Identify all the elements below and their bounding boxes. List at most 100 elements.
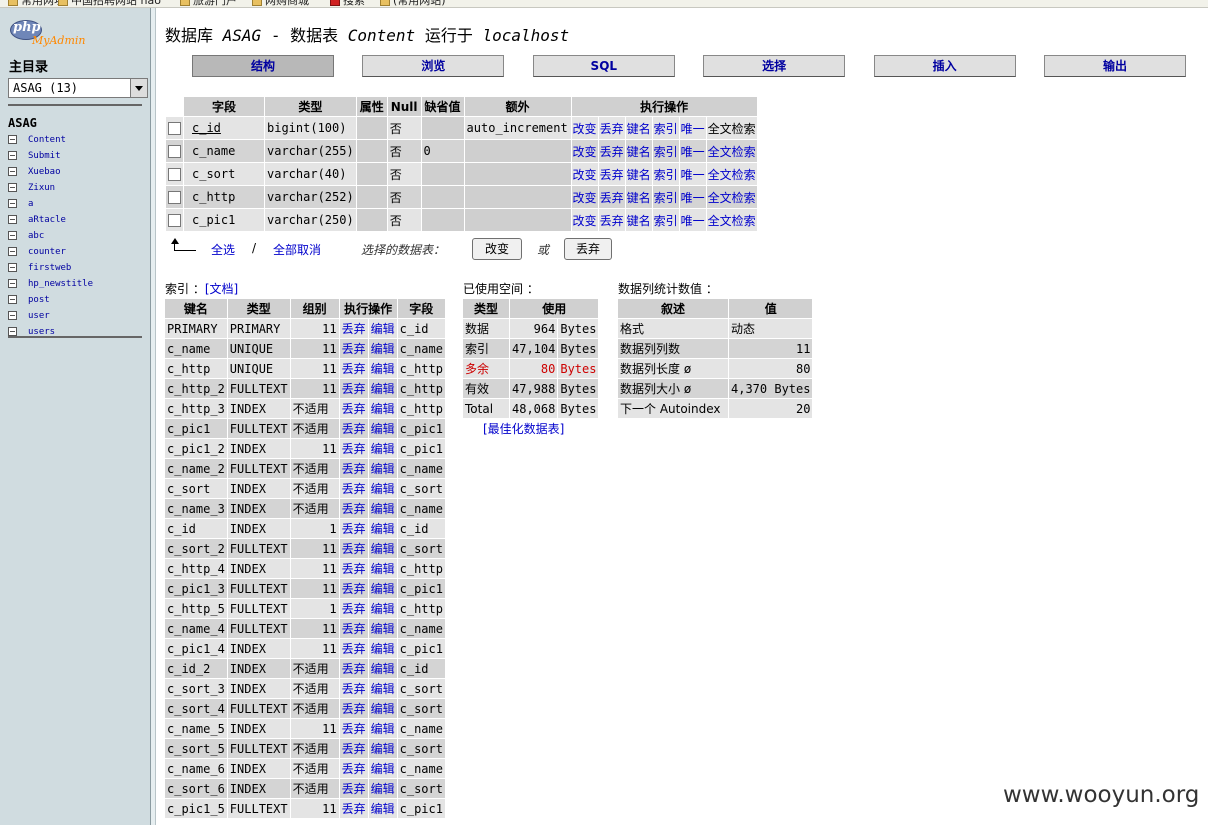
index-drop-link[interactable]: 丢弃 [342, 622, 366, 636]
row-checkbox[interactable] [168, 214, 181, 227]
action-fulltext-link[interactable]: 全文检索 [708, 214, 756, 228]
drop-button[interactable]: 丢弃 [564, 238, 612, 260]
action-drop-link[interactable]: 丢弃 [600, 122, 624, 136]
row-checkbox[interactable] [168, 122, 181, 135]
index-edit-link[interactable]: 编辑 [371, 542, 395, 556]
index-edit-link[interactable]: 编辑 [371, 702, 395, 716]
index-edit-link[interactable]: 编辑 [371, 362, 395, 376]
index-edit-link[interactable]: 编辑 [371, 622, 395, 636]
docs-link[interactable]: [文档] [205, 282, 238, 296]
sidebar-table-item[interactable]: Content [8, 132, 93, 148]
index-drop-link[interactable]: 丢弃 [342, 762, 366, 776]
tab-0[interactable]: 结构 [192, 55, 334, 77]
chevron-down-icon[interactable] [130, 79, 147, 97]
action-unique-link[interactable]: 唯一 [681, 145, 705, 159]
optimize-table-link[interactable]: [最佳化数据表] [483, 420, 564, 437]
bookmark-item[interactable]: (常用网站) [380, 0, 446, 7]
action-primary-link[interactable]: 键名 [627, 214, 651, 228]
index-edit-link[interactable]: 编辑 [371, 762, 395, 776]
sidebar-table-item[interactable]: counter [8, 244, 93, 260]
home-link[interactable]: 主目录 [9, 56, 48, 75]
index-drop-link[interactable]: 丢弃 [342, 702, 366, 716]
index-drop-link[interactable]: 丢弃 [342, 362, 366, 376]
tab-1[interactable]: 浏览 [362, 55, 505, 77]
index-drop-link[interactable]: 丢弃 [342, 322, 366, 336]
index-drop-link[interactable]: 丢弃 [342, 582, 366, 596]
sidebar-table-item[interactable]: abc [8, 228, 93, 244]
index-drop-link[interactable]: 丢弃 [342, 402, 366, 416]
sidebar-table-item[interactable]: Xuebao [8, 164, 93, 180]
action-primary-link[interactable]: 键名 [627, 191, 651, 205]
action-change-link[interactable]: 改变 [573, 168, 597, 182]
table-icon[interactable] [8, 311, 17, 320]
sidebar-table-item[interactable]: Submit [8, 148, 93, 164]
table-icon[interactable] [8, 327, 17, 336]
table-icon[interactable] [8, 135, 17, 144]
sidebar-table-item[interactable]: firstweb [8, 260, 93, 276]
table-icon[interactable] [8, 151, 17, 160]
index-drop-link[interactable]: 丢弃 [342, 442, 366, 456]
index-drop-link[interactable]: 丢弃 [342, 482, 366, 496]
index-drop-link[interactable]: 丢弃 [342, 782, 366, 796]
action-unique-link[interactable]: 唯一 [681, 168, 705, 182]
index-edit-link[interactable]: 编辑 [371, 442, 395, 456]
action-unique-link[interactable]: 唯一 [681, 191, 705, 205]
index-edit-link[interactable]: 编辑 [371, 502, 395, 516]
action-index-link[interactable]: 索引 [654, 191, 678, 205]
index-drop-link[interactable]: 丢弃 [342, 802, 366, 816]
index-edit-link[interactable]: 编辑 [371, 342, 395, 356]
database-select[interactable]: ASAG (13) [8, 78, 148, 98]
action-drop-link[interactable]: 丢弃 [600, 168, 624, 182]
index-edit-link[interactable]: 编辑 [371, 482, 395, 496]
sidebar-table-item[interactable]: post [8, 292, 93, 308]
index-edit-link[interactable]: 编辑 [371, 462, 395, 476]
sidebar-table-item[interactable]: Zixun [8, 180, 93, 196]
table-icon[interactable] [8, 199, 17, 208]
action-index-link[interactable]: 索引 [654, 122, 678, 136]
index-edit-link[interactable]: 编辑 [371, 722, 395, 736]
table-icon[interactable] [8, 295, 17, 304]
action-change-link[interactable]: 改变 [573, 145, 597, 159]
index-edit-link[interactable]: 编辑 [371, 322, 395, 336]
action-drop-link[interactable]: 丢弃 [600, 214, 624, 228]
index-edit-link[interactable]: 编辑 [371, 382, 395, 396]
index-edit-link[interactable]: 编辑 [371, 662, 395, 676]
index-edit-link[interactable]: 编辑 [371, 402, 395, 416]
table-icon[interactable] [8, 183, 17, 192]
index-drop-link[interactable]: 丢弃 [342, 522, 366, 536]
row-checkbox[interactable] [168, 168, 181, 181]
action-drop-link[interactable]: 丢弃 [600, 145, 624, 159]
index-edit-link[interactable]: 编辑 [371, 642, 395, 656]
index-drop-link[interactable]: 丢弃 [342, 342, 366, 356]
bookmark-item[interactable]: 网购商城 [252, 0, 309, 7]
index-edit-link[interactable]: 编辑 [371, 562, 395, 576]
index-drop-link[interactable]: 丢弃 [342, 662, 366, 676]
sidebar-table-item[interactable]: hp_newstitle [8, 276, 93, 292]
index-edit-link[interactable]: 编辑 [371, 742, 395, 756]
index-drop-link[interactable]: 丢弃 [342, 422, 366, 436]
tab-4[interactable]: 插入 [873, 55, 1016, 77]
tab-2[interactable]: SQL [532, 55, 675, 77]
table-icon[interactable] [8, 167, 17, 176]
index-drop-link[interactable]: 丢弃 [342, 382, 366, 396]
action-index-link[interactable]: 索引 [654, 214, 678, 228]
action-drop-link[interactable]: 丢弃 [600, 191, 624, 205]
table-icon[interactable] [8, 215, 17, 224]
sidebar-table-item[interactable]: aRtacle [8, 212, 93, 228]
change-button[interactable]: 改变 [472, 238, 522, 260]
index-edit-link[interactable]: 编辑 [371, 602, 395, 616]
index-edit-link[interactable]: 编辑 [371, 582, 395, 596]
action-primary-link[interactable]: 键名 [627, 168, 651, 182]
index-edit-link[interactable]: 编辑 [371, 522, 395, 536]
index-drop-link[interactable]: 丢弃 [342, 542, 366, 556]
index-edit-link[interactable]: 编辑 [371, 802, 395, 816]
action-fulltext-link[interactable]: 全文检索 [708, 145, 756, 159]
index-edit-link[interactable]: 编辑 [371, 422, 395, 436]
bookmark-item[interactable]: 搜索 [330, 0, 365, 7]
index-drop-link[interactable]: 丢弃 [342, 742, 366, 756]
tab-3[interactable]: 选择 [703, 55, 846, 77]
table-icon[interactable] [8, 247, 17, 256]
check-all-link[interactable]: 全选 [211, 241, 235, 258]
bookmark-item[interactable]: 旅游门户 [180, 0, 237, 7]
tab-5[interactable]: 输出 [1044, 55, 1186, 77]
